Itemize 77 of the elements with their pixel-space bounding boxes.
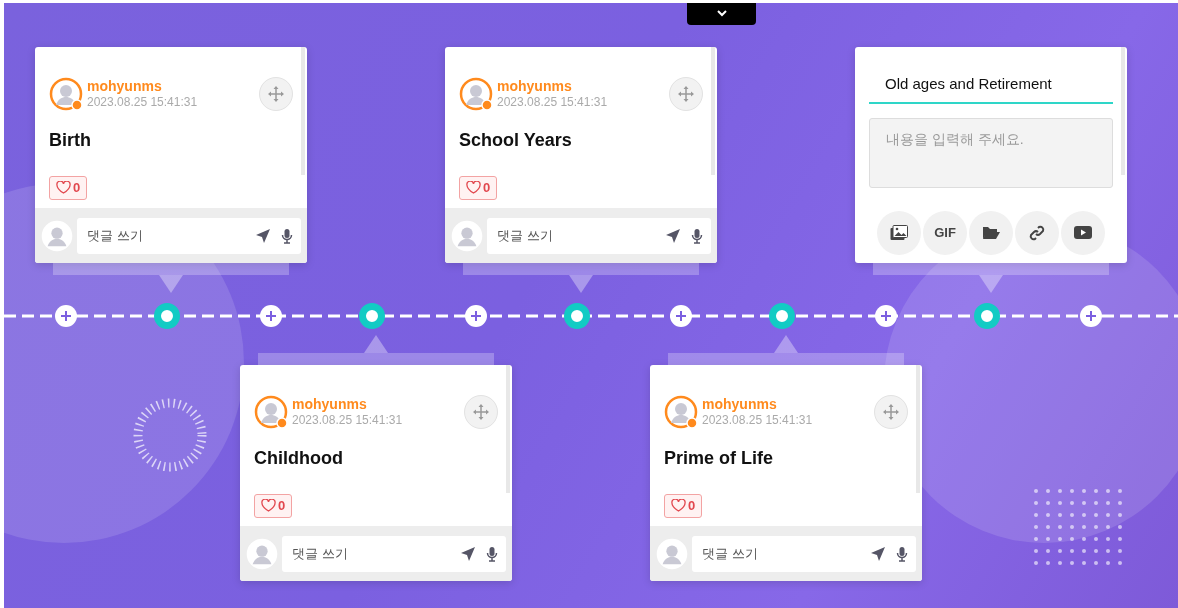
- author-name: mohyunms: [292, 396, 368, 412]
- post-title: School Years: [459, 129, 573, 152]
- timeline-node: [769, 303, 795, 329]
- image-button[interactable]: [877, 210, 921, 255]
- author-name: mohyunms: [497, 78, 573, 94]
- like-button[interactable]: 0: [459, 176, 498, 200]
- gif-button[interactable]: GIF: [923, 210, 967, 255]
- heart-icon: [261, 499, 276, 513]
- microphone-icon[interactable]: [896, 545, 908, 562]
- move-button[interactable]: [669, 77, 703, 111]
- chevron-down-icon: [715, 8, 728, 17]
- heart-icon: [466, 181, 481, 195]
- video-button[interactable]: [1061, 210, 1105, 255]
- timeline-node: [154, 303, 180, 329]
- comment-field[interactable]: 댓글 쓰기: [282, 535, 506, 572]
- user-avatar: [664, 395, 698, 429]
- microphone-icon[interactable]: [691, 227, 703, 244]
- move-icon: [883, 404, 899, 420]
- user-avatar: [459, 77, 493, 111]
- post-title: Childhood: [254, 447, 344, 470]
- comment-field[interactable]: 댓글 쓰기: [487, 217, 711, 254]
- folder-icon: [982, 225, 1000, 240]
- collapse-button[interactable]: [687, 3, 756, 25]
- post-title: Prime of Life: [664, 447, 775, 470]
- move-button[interactable]: [464, 395, 498, 429]
- send-icon[interactable]: [255, 227, 271, 244]
- plus-icon: [675, 310, 687, 322]
- heart-icon: [671, 499, 686, 513]
- add-button[interactable]: [465, 305, 487, 327]
- link-icon: [1028, 223, 1046, 242]
- plus-icon: [60, 310, 72, 322]
- like-button[interactable]: 0: [664, 494, 703, 518]
- move-button[interactable]: [259, 77, 293, 111]
- author-name: mohyunms: [702, 396, 778, 412]
- add-button[interactable]: [55, 305, 77, 327]
- timeline-node: [359, 303, 385, 329]
- heart-icon: [56, 181, 71, 195]
- post-date: 2023.08.25 15:41:31: [87, 94, 199, 110]
- user-avatar: [246, 537, 278, 570]
- user-avatar: [656, 537, 688, 570]
- send-icon[interactable]: [460, 545, 476, 562]
- post-date: 2023.08.25 15:41:31: [702, 412, 814, 428]
- post-date: 2023.08.25 15:41:31: [497, 94, 609, 110]
- folder-button[interactable]: [969, 210, 1013, 255]
- user-avatar: [49, 77, 83, 111]
- like-button[interactable]: 0: [254, 494, 293, 518]
- move-button[interactable]: [874, 395, 908, 429]
- plus-icon: [470, 310, 482, 322]
- author-name: mohyunms: [87, 78, 163, 94]
- plus-icon: [265, 310, 277, 322]
- microphone-icon[interactable]: [281, 227, 293, 244]
- comment-field[interactable]: 댓글 쓰기: [77, 217, 301, 254]
- link-button[interactable]: [1015, 210, 1059, 255]
- move-icon: [268, 86, 284, 102]
- move-icon: [678, 86, 694, 102]
- content-textarea[interactable]: 내용을 입력해 주세요.: [869, 117, 1113, 188]
- microphone-icon[interactable]: [486, 545, 498, 562]
- user-avatar: [451, 219, 483, 252]
- send-icon[interactable]: [870, 545, 886, 562]
- plus-icon: [1085, 310, 1097, 322]
- post-title: Birth: [49, 129, 92, 152]
- user-avatar: [254, 395, 288, 429]
- image-icon: [890, 224, 908, 241]
- add-button[interactable]: [260, 305, 282, 327]
- timeline-node: [974, 303, 1000, 329]
- like-button[interactable]: 0: [49, 176, 88, 200]
- move-icon: [473, 404, 489, 420]
- timeline-node: [564, 303, 590, 329]
- add-button[interactable]: [875, 305, 897, 327]
- send-icon[interactable]: [665, 227, 681, 244]
- user-avatar: [41, 219, 73, 252]
- add-button[interactable]: [1080, 305, 1102, 327]
- add-button[interactable]: [670, 305, 692, 327]
- play-icon: [1074, 226, 1092, 239]
- post-date: 2023.08.25 15:41:31: [292, 412, 404, 428]
- plus-icon: [880, 310, 892, 322]
- comment-field[interactable]: 댓글 쓰기: [692, 535, 916, 572]
